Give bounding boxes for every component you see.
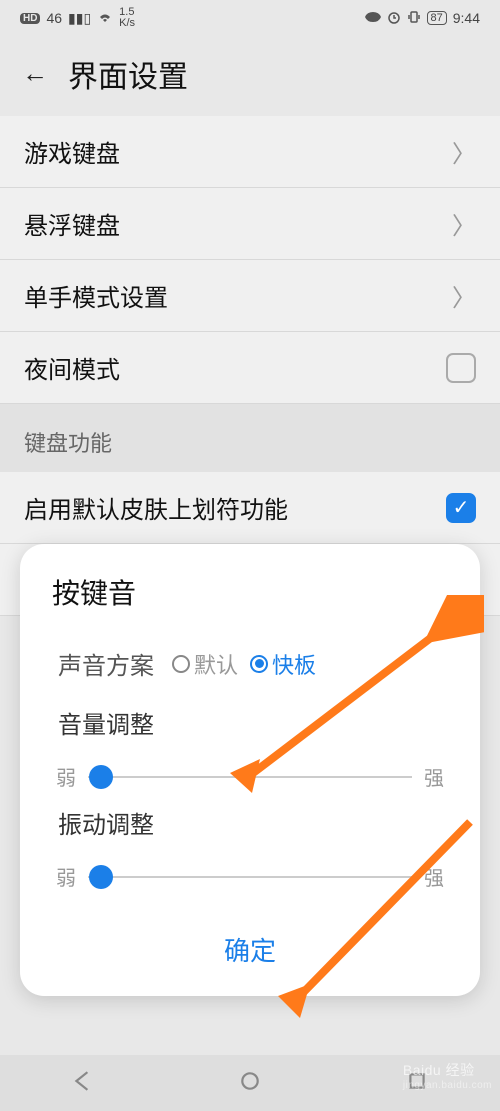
volume-section: 音量调整 弱 强 xyxy=(52,705,448,791)
section-header: 键盘功能 xyxy=(0,404,500,472)
slider-min-label: 弱 xyxy=(52,762,80,791)
slider-min-label: 弱 xyxy=(52,862,80,891)
back-arrow-icon[interactable]: ← xyxy=(22,59,48,89)
page-title: 界面设置 xyxy=(68,52,188,96)
row-night-mode[interactable]: 夜间模式 xyxy=(0,332,500,404)
volume-slider[interactable] xyxy=(88,776,412,778)
row-onehand-mode[interactable]: 单手模式设置 〉 xyxy=(0,260,500,332)
vibration-slider[interactable] xyxy=(88,876,412,878)
vibration-section: 振动调整 弱 强 xyxy=(52,805,448,891)
modal-title: 按键音 xyxy=(52,572,448,612)
alarm-icon xyxy=(387,10,401,27)
chevron-right-icon: 〉 xyxy=(452,134,476,169)
vibrate-icon xyxy=(407,10,421,27)
status-bar: HD 46 ▮▮▯ 1.5K/s 87 9:44 xyxy=(0,0,500,36)
row-label: 悬浮键盘 xyxy=(24,206,120,241)
eye-icon xyxy=(365,10,381,26)
radio-default[interactable]: 默认 xyxy=(172,648,238,680)
volume-label: 音量调整 xyxy=(58,705,448,740)
row-label: 单手模式设置 xyxy=(24,278,168,313)
radio-circle-icon xyxy=(172,655,190,673)
chevron-right-icon: 〉 xyxy=(452,278,476,313)
chevron-right-icon: 〉 xyxy=(452,206,476,241)
slider-thumb[interactable] xyxy=(89,865,113,889)
sound-scheme-row: 声音方案 默认 快板 xyxy=(58,646,448,681)
row-label: 游戏键盘 xyxy=(24,134,120,169)
clock-time: 9:44 xyxy=(453,10,480,26)
hd-badge: HD xyxy=(20,13,40,24)
page-header: ← 界面设置 xyxy=(0,36,500,116)
battery-badge: 87 xyxy=(427,11,447,25)
radio-kuaiban[interactable]: 快板 xyxy=(250,648,316,680)
wifi-icon xyxy=(97,10,113,26)
scheme-label: 声音方案 xyxy=(58,646,154,681)
radio-label: 默认 xyxy=(194,648,238,680)
watermark: Bai︀d︀u 经验 jingyan.baidu.com xyxy=(403,1060,492,1091)
row-label: 启用默认皮肤上划符功能 xyxy=(24,490,288,525)
vibration-label: 振动调整 xyxy=(58,805,448,840)
nav-home-icon[interactable] xyxy=(239,1070,261,1097)
settings-list: 游戏键盘 〉 悬浮键盘 〉 单手模式设置 〉 夜间模式 键盘功能 启用默认皮肤上… xyxy=(0,116,500,616)
slider-thumb[interactable] xyxy=(89,765,113,789)
row-label: 夜间模式 xyxy=(24,350,120,385)
night-checkbox[interactable] xyxy=(446,353,476,383)
slider-max-label: 强 xyxy=(420,862,448,891)
radio-circle-icon xyxy=(250,655,268,673)
confirm-button[interactable]: 确定 xyxy=(52,921,448,978)
radio-label: 快板 xyxy=(272,648,316,680)
net-speed: 1.5K/s xyxy=(119,7,135,29)
network-type: 46 xyxy=(46,10,62,26)
swipe-checkbox[interactable]: ✓ xyxy=(446,493,476,523)
slider-max-label: 强 xyxy=(420,762,448,791)
keypress-sound-modal: 按键音 声音方案 默认 快板 音量调整 弱 强 振动调整 弱 强 xyxy=(20,544,480,996)
signal-icon: ▮▮▯ xyxy=(68,10,91,27)
row-floating-keyboard[interactable]: 悬浮键盘 〉 xyxy=(0,188,500,260)
row-swipe-feature[interactable]: 启用默认皮肤上划符功能 ✓ xyxy=(0,472,500,544)
row-game-keyboard[interactable]: 游戏键盘 〉 xyxy=(0,116,500,188)
nav-back-icon[interactable] xyxy=(72,1070,94,1097)
